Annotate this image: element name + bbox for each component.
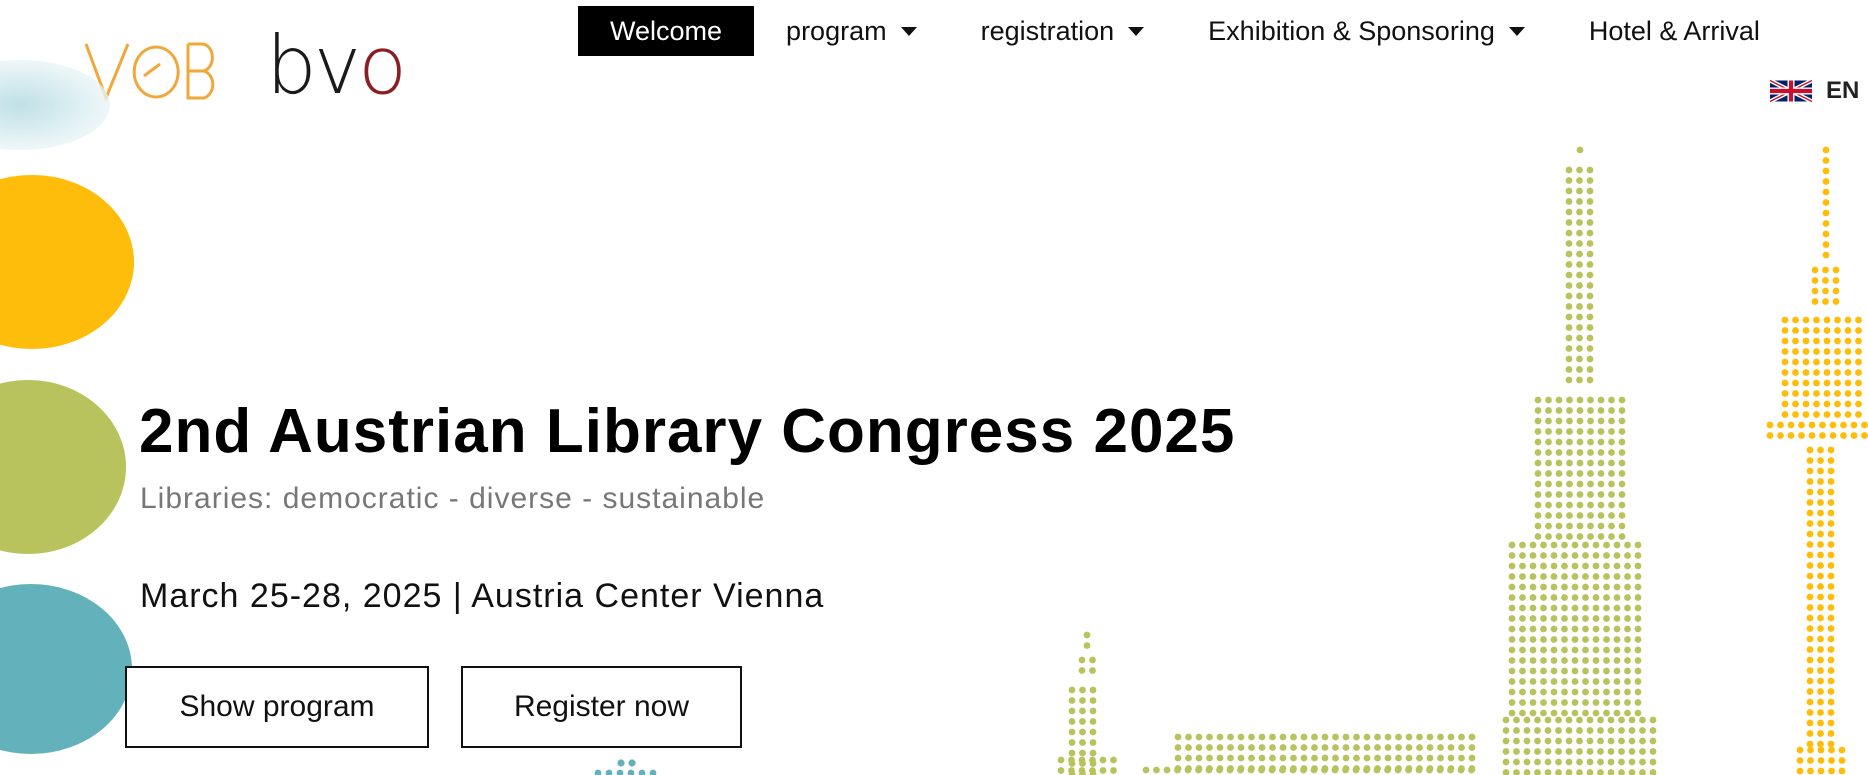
caret-down-icon	[1128, 26, 1145, 36]
nav-item-label: program	[786, 15, 887, 46]
vienna-skyline-illustration	[1057, 146, 1868, 775]
dot-cluster-decoration	[594, 759, 657, 775]
event-date-location: March 25-28, 2025 | Austria Center Vienn…	[140, 577, 825, 615]
nav-item-label: registration	[980, 15, 1115, 46]
nav-item-registration[interactable]: registration	[949, 6, 1177, 56]
main-nav: Welcome program registration Exhibition …	[578, 6, 1792, 56]
decorative-circle-teal	[0, 584, 132, 754]
show-program-button[interactable]: Show program	[125, 666, 429, 748]
nav-item-program[interactable]: program	[754, 6, 949, 56]
bvo-logo[interactable]: bvo	[266, 26, 407, 106]
bvo-logo-b: b	[266, 19, 317, 112]
nav-item-label: Welcome	[610, 15, 723, 46]
nav-item-hotel-arrival[interactable]: Hotel & Arrival	[1557, 6, 1792, 56]
hero-subtitle: Libraries: democratic - diverse - sustai…	[140, 482, 766, 515]
nav-item-label: Exhibition & Sponsoring	[1208, 15, 1495, 46]
nav-item-welcome[interactable]: Welcome	[578, 6, 755, 56]
caret-down-icon	[900, 26, 917, 36]
register-now-button[interactable]: Register now	[461, 666, 742, 748]
caret-down-icon	[1508, 26, 1525, 36]
decorative-circle-yellow	[0, 175, 134, 349]
nav-item-label: Hotel & Arrival	[1588, 15, 1760, 46]
bvo-logo-o: o	[358, 19, 407, 112]
nav-item-exhibition-sponsoring[interactable]: Exhibition & Sponsoring	[1176, 6, 1557, 56]
bvo-logo-v: v	[313, 19, 361, 112]
decorative-circle-green	[0, 380, 126, 554]
